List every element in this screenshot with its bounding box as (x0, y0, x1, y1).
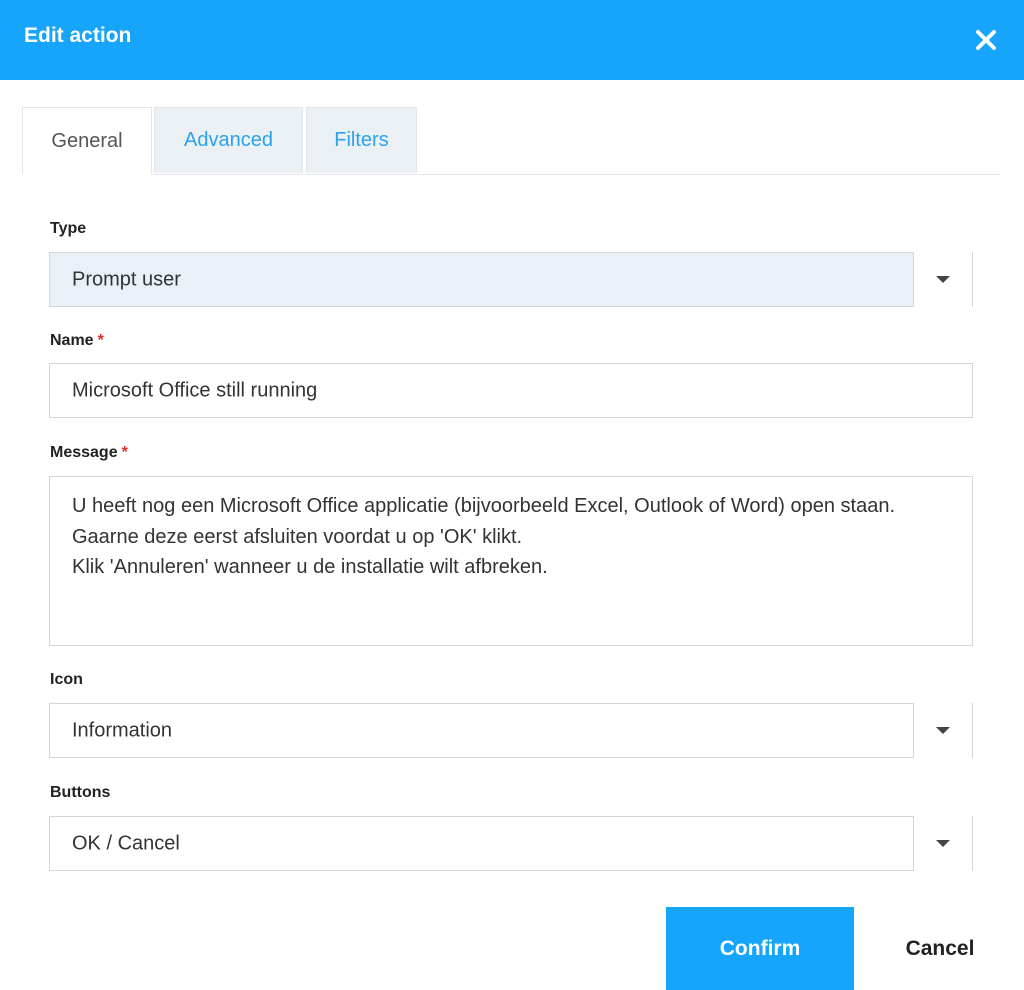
dialog-header: Edit action (0, 0, 1024, 80)
message-textarea-value: U heeft nog een Microsoft Office applica… (72, 495, 896, 578)
name-label: Name * (50, 332, 104, 349)
dialog-title: Edit action (24, 24, 132, 47)
tab-filters[interactable]: Filters (306, 107, 417, 173)
type-dropdown-button[interactable] (913, 252, 972, 307)
buttons-dropdown-button[interactable] (913, 816, 972, 871)
message-label: Message * (50, 444, 128, 461)
chevron-down-icon (936, 840, 950, 847)
close-button[interactable] (970, 24, 1002, 56)
required-marker: * (97, 332, 104, 349)
type-select[interactable]: Prompt user (49, 252, 973, 307)
chevron-down-icon (936, 276, 950, 283)
type-label: Type (50, 220, 87, 237)
icon-dropdown-button[interactable] (913, 703, 972, 758)
close-icon (976, 30, 996, 50)
type-select-value: Prompt user (72, 268, 181, 290)
confirm-button[interactable]: Confirm (666, 907, 854, 990)
name-input[interactable]: Microsoft Office still running (49, 363, 973, 418)
cancel-button[interactable]: Cancel (880, 907, 1000, 990)
buttons-select[interactable]: OK / Cancel (49, 816, 973, 871)
chevron-down-icon (936, 727, 950, 734)
icon-label: Icon (50, 671, 83, 688)
required-marker: * (121, 444, 128, 461)
buttons-select-value: OK / Cancel (72, 832, 180, 854)
message-textarea[interactable]: U heeft nog een Microsoft Office applica… (49, 476, 973, 646)
tab-advanced[interactable]: Advanced (154, 107, 303, 173)
buttons-label: Buttons (50, 784, 111, 801)
tab-general[interactable]: General (22, 107, 152, 175)
name-input-value: Microsoft Office still running (72, 379, 318, 401)
icon-select[interactable]: Information (49, 703, 973, 758)
tab-bar: General Advanced Filters (22, 107, 1000, 175)
icon-select-value: Information (72, 719, 173, 741)
